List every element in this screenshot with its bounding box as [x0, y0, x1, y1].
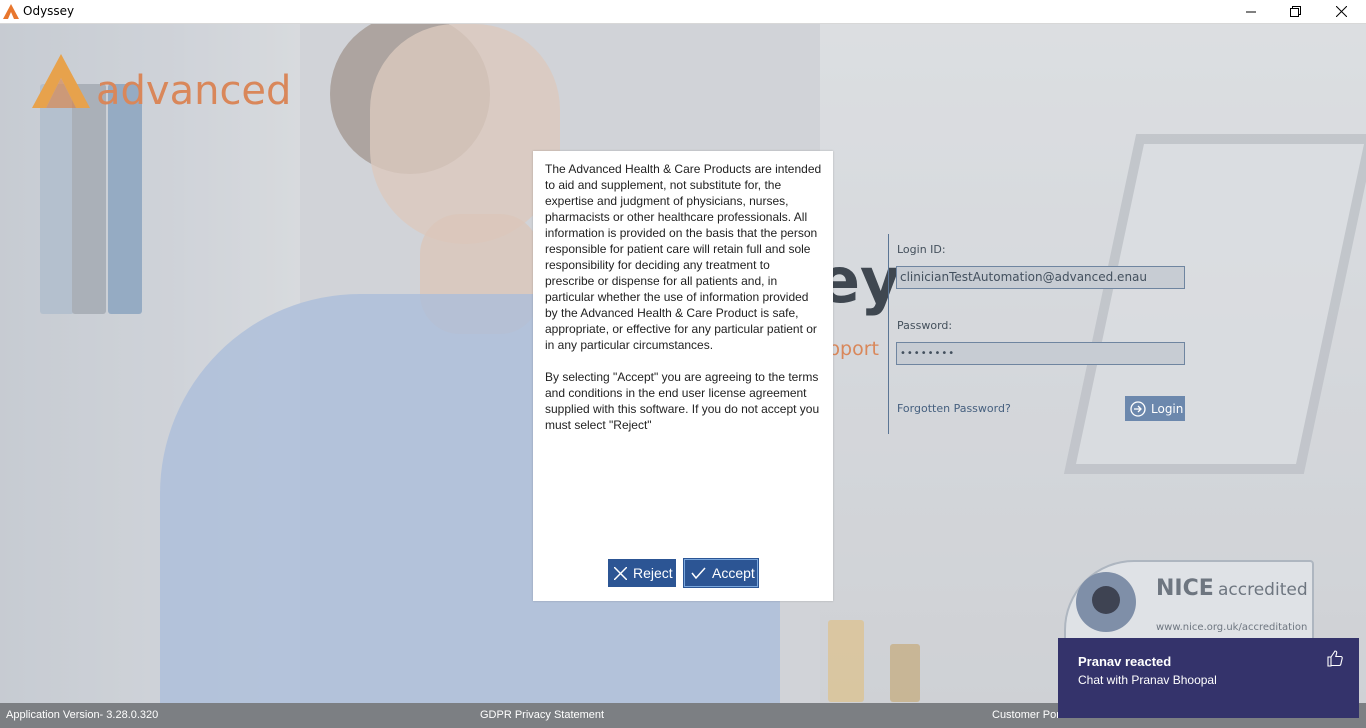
login-arrow-icon — [1130, 400, 1146, 417]
close-icon — [1335, 6, 1347, 17]
password-label: Password: — [897, 319, 953, 332]
nice-logo-icon — [1076, 572, 1136, 632]
toast-title: Pranav reacted — [1078, 654, 1172, 669]
application-version: Application Version- 3.28.0.320 — [6, 709, 159, 721]
advanced-logo-icon — [32, 54, 90, 108]
close-button[interactable] — [1318, 0, 1364, 23]
login-button-label: Login — [1151, 401, 1184, 416]
login-id-field[interactable]: clinicianTestAutomation@advanced.enau — [896, 266, 1185, 289]
forgotten-password-link[interactable]: Forgotten Password? — [897, 402, 1011, 415]
minimize-button[interactable] — [1228, 0, 1274, 23]
nice-wordmark: NICE — [1156, 576, 1214, 601]
restore-icon — [1289, 6, 1301, 17]
app-logo-icon — [3, 4, 19, 19]
minimize-icon — [1246, 11, 1256, 12]
checkmark-icon — [691, 567, 706, 579]
window-title: Odyssey — [23, 4, 75, 18]
gdpr-privacy-link[interactable]: GDPR Privacy Statement — [480, 709, 604, 721]
disclaimer-dialog: The Advanced Health & Care Products are … — [533, 151, 833, 601]
customer-portal-link[interactable]: Customer Por — [992, 709, 1060, 721]
toast-subtitle: Chat with Pranav Bhoopal — [1078, 673, 1217, 687]
title-bar: Odyssey — [0, 0, 1366, 24]
disclaimer-text: The Advanced Health & Care Products are … — [545, 162, 822, 432]
login-divider — [888, 234, 889, 434]
reject-button[interactable]: Reject — [608, 559, 676, 587]
nice-url: www.nice.org.uk/accreditation — [1156, 622, 1308, 633]
reject-button-label: Reject — [633, 565, 673, 581]
thumbs-up-icon — [1327, 650, 1343, 667]
password-field[interactable]: •••••••• — [896, 342, 1185, 365]
x-icon — [614, 566, 627, 580]
chat-notification-toast[interactable]: Pranav reacted Chat with Pranav Bhoopal — [1058, 638, 1359, 718]
login-id-label: Login ID: — [897, 243, 946, 256]
product-tagline: pport — [828, 338, 880, 360]
accept-button[interactable]: Accept — [683, 558, 759, 588]
login-button[interactable]: Login — [1125, 396, 1185, 421]
nice-accredited-text: accredited — [1218, 580, 1308, 600]
accept-button-label: Accept — [712, 565, 755, 581]
restore-button[interactable] — [1272, 0, 1318, 23]
brand-logo-text: advanced — [96, 68, 292, 114]
